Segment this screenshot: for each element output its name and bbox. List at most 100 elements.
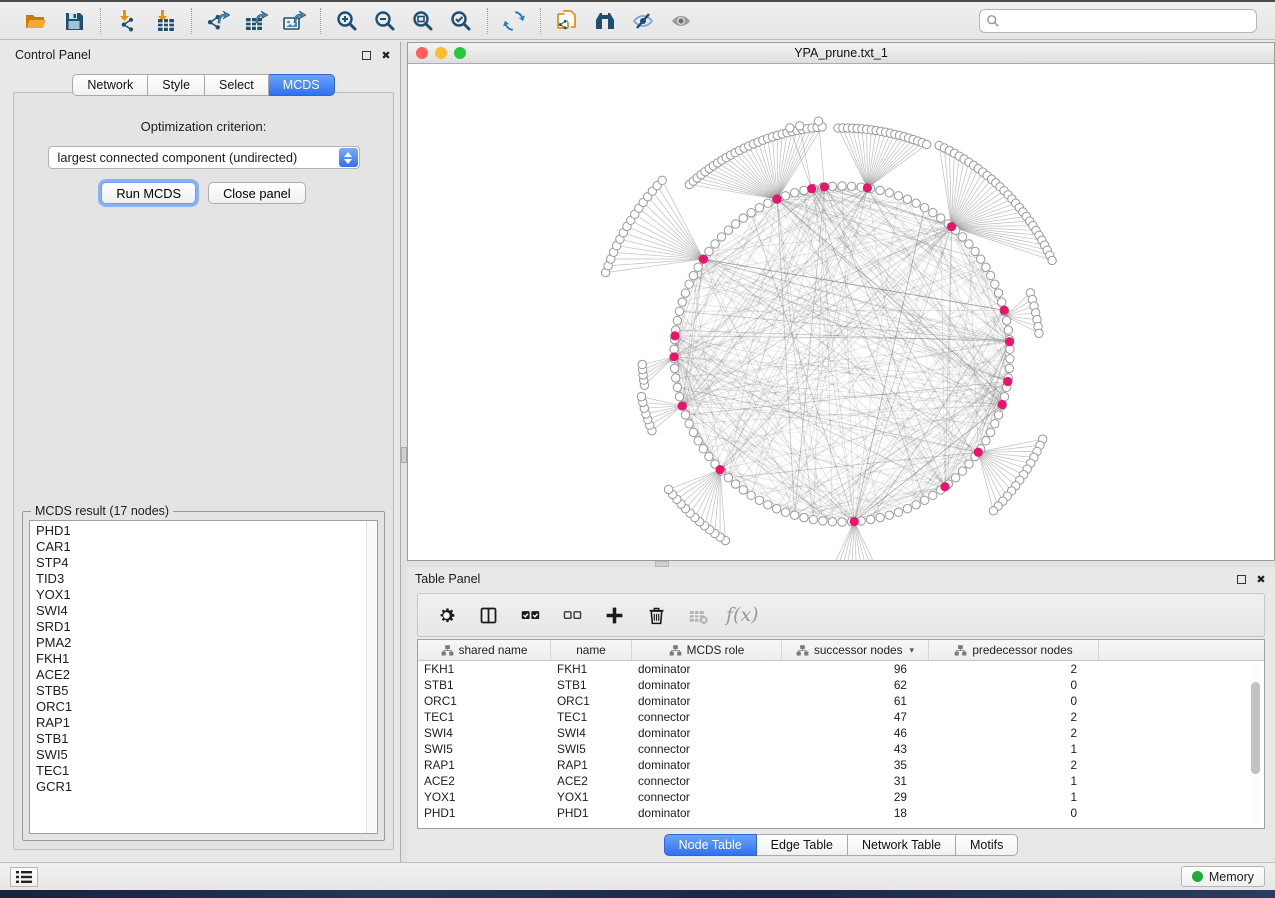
graph-node[interactable] xyxy=(681,289,689,297)
graph-node[interactable] xyxy=(1048,256,1056,264)
graph-node[interactable] xyxy=(800,186,808,194)
mcds-result-item[interactable]: TEC1 xyxy=(36,763,377,779)
refresh-button[interactable] xyxy=(498,6,530,36)
graph-node[interactable] xyxy=(866,515,874,523)
graph-node[interactable] xyxy=(847,182,855,190)
graph-node[interactable] xyxy=(1035,329,1043,337)
mcds-result-item[interactable]: ORC1 xyxy=(36,699,377,715)
mcds-result-item[interactable]: PHD1 xyxy=(36,523,377,539)
graph-node[interactable] xyxy=(1005,364,1013,372)
graph-node[interactable] xyxy=(958,467,966,475)
close-panel-icon[interactable]: ✖ xyxy=(380,49,392,61)
select-all-button[interactable] xyxy=(516,601,544,629)
graph-node[interactable] xyxy=(781,508,789,516)
column-header-predecessor-nodes[interactable]: predecessor nodes xyxy=(929,640,1099,660)
graph-node[interactable] xyxy=(819,517,827,525)
graph-node[interactable] xyxy=(828,518,836,526)
graph-node[interactable] xyxy=(790,511,798,519)
mcds-result-item[interactable]: SRD1 xyxy=(36,619,377,635)
close-panel-button[interactable]: Close panel xyxy=(208,182,306,204)
open-file-button[interactable] xyxy=(20,6,52,36)
graph-node[interactable] xyxy=(747,208,755,216)
graph-node[interactable] xyxy=(920,496,928,504)
graph-node[interactable] xyxy=(755,496,763,504)
mcds-result-item[interactable]: TID3 xyxy=(36,571,377,587)
graph-node[interactable] xyxy=(670,364,678,372)
mcds-hub-node[interactable] xyxy=(1005,337,1014,346)
show-panels-list-button[interactable] xyxy=(10,867,38,887)
zoom-selected-button[interactable] xyxy=(445,6,477,36)
graph-node[interactable] xyxy=(922,140,930,148)
graph-node[interactable] xyxy=(951,474,959,482)
graph-node[interactable] xyxy=(876,186,884,194)
search-network-button[interactable] xyxy=(589,6,621,36)
table-row[interactable]: SWI4SWI4dominator462 xyxy=(418,725,1264,741)
tab-network[interactable]: Network xyxy=(72,74,148,96)
graph-node[interactable] xyxy=(678,298,686,306)
graph-node[interactable] xyxy=(800,513,808,521)
tab-mcds[interactable]: MCDS xyxy=(269,74,335,96)
mcds-hub-node[interactable] xyxy=(669,352,678,361)
graph-node[interactable] xyxy=(976,255,984,263)
graph-node[interactable] xyxy=(971,247,979,255)
mcds-list-scrollbar[interactable] xyxy=(366,521,377,833)
export-table-button[interactable] xyxy=(240,6,272,36)
run-mcds-button[interactable]: Run MCDS xyxy=(101,182,196,204)
graph-node[interactable] xyxy=(637,392,645,400)
mcds-result-item[interactable]: YOX1 xyxy=(36,587,377,603)
graph-node[interactable] xyxy=(772,505,780,513)
graph-node[interactable] xyxy=(876,513,884,521)
mcds-hub-node[interactable] xyxy=(863,183,872,192)
column-header-name[interactable]: name xyxy=(551,640,632,660)
mcds-hub-node[interactable] xyxy=(670,331,679,340)
export-network-button[interactable] xyxy=(202,6,234,36)
graph-node[interactable] xyxy=(1004,326,1012,334)
graph-node[interactable] xyxy=(786,124,794,132)
close-panel-icon[interactable]: ✖ xyxy=(1255,573,1267,585)
graph-node[interactable] xyxy=(673,383,681,391)
column-header-shared-name[interactable]: shared name xyxy=(418,640,551,660)
mcds-result-list[interactable]: PHD1CAR1STP4TID3YOX1SWI4SRD1PMA2FKH1ACE2… xyxy=(29,520,378,834)
graph-node[interactable] xyxy=(638,360,646,368)
graph-node[interactable] xyxy=(790,189,798,197)
mcds-result-item[interactable]: STP4 xyxy=(36,555,377,571)
graph-node[interactable] xyxy=(724,226,732,234)
graph-node[interactable] xyxy=(994,289,1002,297)
search-input[interactable] xyxy=(979,9,1257,33)
column-header-MCDS-role[interactable]: MCDS role xyxy=(632,640,782,660)
graph-node[interactable] xyxy=(994,411,1002,419)
mcds-hub-node[interactable] xyxy=(998,400,1007,409)
graph-node[interactable] xyxy=(982,437,990,445)
mcds-result-item[interactable]: CAR1 xyxy=(36,539,377,555)
graph-node[interactable] xyxy=(885,189,893,197)
graph-node[interactable] xyxy=(705,247,713,255)
graph-node[interactable] xyxy=(689,428,697,436)
graph-node[interactable] xyxy=(920,204,928,212)
graph-node[interactable] xyxy=(828,182,836,190)
network-canvas[interactable] xyxy=(408,64,1274,560)
graph-node[interactable] xyxy=(731,480,739,488)
deselect-all-button[interactable] xyxy=(558,601,586,629)
graph-node[interactable] xyxy=(664,485,672,493)
export-image-button[interactable] xyxy=(278,6,310,36)
table-row[interactable]: RAP1RAP1dominator352 xyxy=(418,757,1264,773)
save-session-button[interactable] xyxy=(58,6,90,36)
mcds-hub-node[interactable] xyxy=(820,182,829,191)
mcds-hub-node[interactable] xyxy=(807,184,816,193)
mcds-hub-node[interactable] xyxy=(678,401,687,410)
graph-node[interactable] xyxy=(986,271,994,279)
columns-button[interactable] xyxy=(474,601,502,629)
graph-node[interactable] xyxy=(903,505,911,513)
table-row[interactable]: PHD1PHD1dominator180 xyxy=(418,805,1264,821)
graph-node[interactable] xyxy=(694,437,702,445)
graph-node[interactable] xyxy=(903,195,911,203)
table-row[interactable]: ACE2ACE2connector311 xyxy=(418,773,1264,789)
graph-node[interactable] xyxy=(747,491,755,499)
tab-select[interactable]: Select xyxy=(205,74,269,96)
memory-button[interactable]: Memory xyxy=(1181,866,1265,887)
graph-node[interactable] xyxy=(705,452,713,460)
mcds-hub-node[interactable] xyxy=(974,448,983,457)
table-row[interactable]: TEC1TEC1connector472 xyxy=(418,709,1264,725)
table-row[interactable]: SWI5SWI5connector431 xyxy=(418,741,1264,757)
mcds-result-item[interactable]: SWI5 xyxy=(36,747,377,763)
